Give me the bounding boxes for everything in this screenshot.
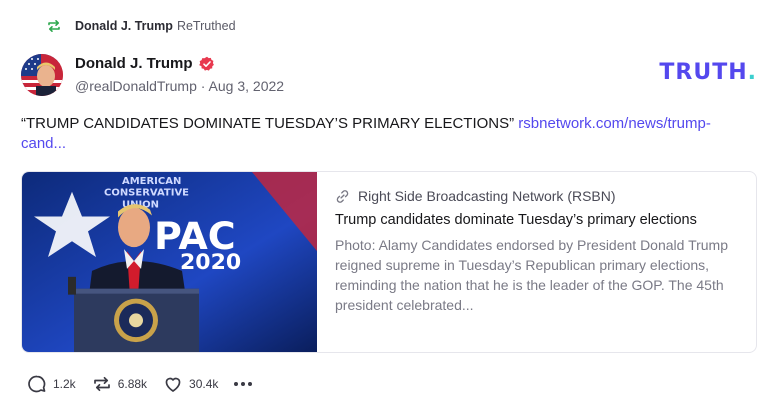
reply-button[interactable]: 1.2k [27,374,76,394]
like-count: 30.4k [189,377,219,391]
verified-badge-icon [198,56,214,71]
more-options-button[interactable] [234,382,255,386]
retruth-label: ReTruthed [176,19,236,33]
author-name[interactable]: Donald J. Trump [75,55,193,72]
card-source: Right Side Broadcasting Network (RSBN) [335,188,738,204]
heart-icon [165,377,181,392]
image-text-year: 2020 [180,250,241,275]
author-handle[interactable]: @realDonaldTrump [75,78,197,94]
author-block: Donald J. Trump @realDonaldTrump · Aug 3… [75,55,284,94]
retruth-header: Donald J. Trump ReTruthed [46,18,236,34]
more-dot-icon [241,382,246,386]
image-text-line-1: AMERICAN [122,176,181,187]
post-body: “TRUMP CANDIDATES DOMINATE TUESDAY’S PRI… [21,115,515,132]
meta-separator: · [200,78,206,94]
card-source-name: Right Side Broadcasting Network (RSBN) [358,188,616,204]
logo-text: TRUTH [659,60,748,85]
card-image: AMERICAN CONSERVATIVE UNION PAC 2020 [22,172,317,352]
retruth-count: 6.88k [117,377,148,391]
post-date[interactable]: Aug 3, 2022 [209,78,285,94]
link-icon [336,189,349,203]
card-title: Trump candidates dominate Tuesday’s prim… [335,212,697,228]
more-dot-icon [234,382,239,386]
more-dot-icon [248,382,253,386]
retruth-user-name[interactable]: Donald J. Trump [75,19,173,33]
link-preview-card[interactable]: AMERICAN CONSERVATIVE UNION PAC 2020 [21,171,757,353]
card-body: Right Side Broadcasting Network (RSBN) T… [317,172,756,352]
post-text: “TRUMP CANDIDATES DOMINATE TUESDAY’S PRI… [21,114,741,154]
avatar[interactable] [21,54,63,96]
truth-logo[interactable]: TRUTH. [659,60,757,85]
image-text-line-2: CONSERVATIVE [104,188,189,199]
like-button[interactable]: 30.4k [163,374,218,394]
logo-dot: . [747,60,757,85]
retruth-action-icon [93,376,110,392]
card-description: Photo: Alamy Candidates endorsed by Pres… [335,237,729,313]
author-meta: @realDonaldTrump · Aug 3, 2022 [75,78,284,94]
action-bar: 1.2k 6.88k 30.4k [27,374,255,394]
retruth-icon [48,20,60,32]
retruth-button[interactable]: 6.88k [92,374,147,394]
reply-count: 1.2k [53,377,76,391]
reply-icon [28,375,46,393]
